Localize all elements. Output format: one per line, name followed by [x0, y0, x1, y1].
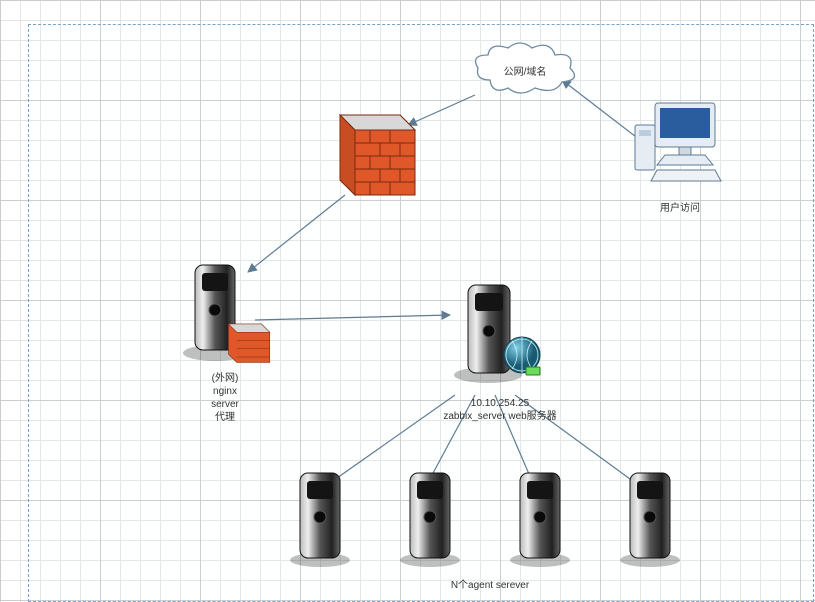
server-icon [610, 465, 690, 570]
agent-node-2 [390, 465, 470, 573]
web-server-icon [440, 275, 560, 390]
cloud-node: 公网/域名 [470, 40, 580, 103]
zabbix-node: 10.10.254.25 zabbix_server web服务器 [440, 275, 560, 423]
nginx-label: (外网) nginx server 代理 [175, 372, 275, 424]
server-icon [500, 465, 580, 570]
client-node: 用户访问 [625, 95, 735, 215]
zabbix-label: 10.10.254.25 zabbix_server web服务器 [440, 397, 560, 423]
server-icon [280, 465, 360, 570]
agents-label: N个agent serever [360, 579, 620, 592]
client-label: 用户访问 [625, 202, 735, 215]
agent-node-3 [500, 465, 580, 573]
nginx-node: (外网) nginx server 代理 [175, 255, 275, 424]
agents-group-label-node: N个agent serever [360, 575, 620, 592]
firewall-icon [330, 95, 420, 205]
cloud-label: 公网/域名 [470, 66, 580, 79]
firewall-node [330, 95, 420, 208]
agent-node-4 [610, 465, 690, 573]
server-firewall-icon [175, 255, 275, 365]
workstation-icon [625, 95, 735, 195]
agent-node-1 [280, 465, 360, 573]
server-icon [390, 465, 470, 570]
